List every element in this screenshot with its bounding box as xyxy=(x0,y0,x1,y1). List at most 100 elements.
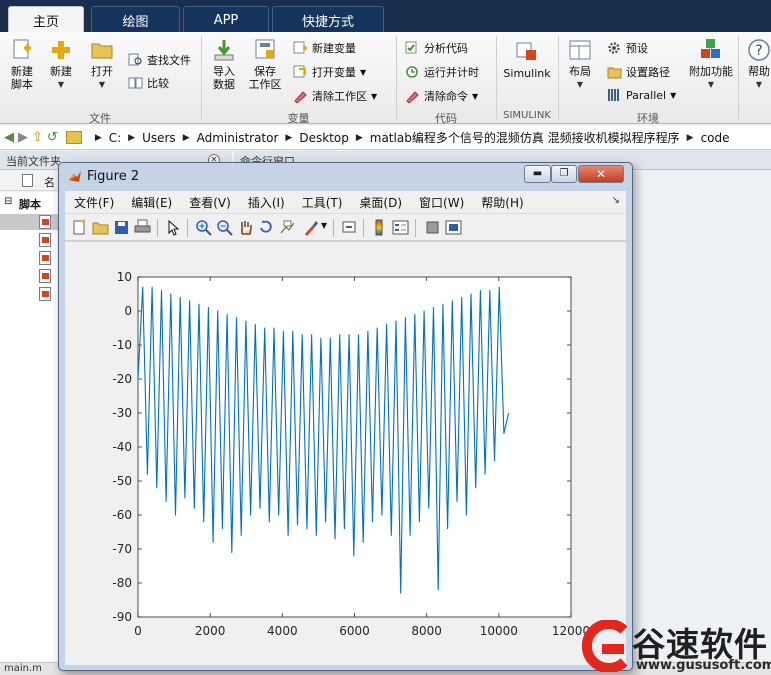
tab-apps-label: APP xyxy=(213,12,239,28)
chevron-down-icon: ▼ xyxy=(755,80,763,89)
code-group-label: 代码 xyxy=(435,112,457,125)
new-label: 新建 xyxy=(50,65,72,78)
menu-help[interactable]: 帮助(H) xyxy=(481,194,523,211)
colorbar-icon[interactable] xyxy=(371,219,388,236)
rotate-3d-icon[interactable] xyxy=(258,219,275,236)
import-data-button[interactable]: 导入 数据 xyxy=(208,38,240,91)
link-plot-icon[interactable] xyxy=(341,219,358,236)
compare-icon xyxy=(128,77,143,89)
open-button[interactable]: 打开 ▼ xyxy=(86,38,118,91)
find-files-label: 查找文件 xyxy=(147,54,191,67)
new-figure-icon[interactable] xyxy=(71,219,88,236)
menu-file[interactable]: 文件(F) xyxy=(74,194,114,211)
m-file-icon[interactable] xyxy=(39,287,51,301)
chevron-down-icon: ▼ xyxy=(57,80,65,89)
group-divider xyxy=(738,36,739,120)
hide-plot-tools-icon[interactable] xyxy=(424,219,441,236)
save-workspace-icon xyxy=(255,39,275,59)
breadcrumb-item[interactable]: code xyxy=(701,131,730,145)
run-and-time-icon xyxy=(406,66,418,78)
breadcrumb-item[interactable]: Desktop xyxy=(299,131,349,145)
analyze-code-button[interactable]: 分析代码 xyxy=(405,40,468,56)
save-icon[interactable] xyxy=(113,219,130,236)
menu-window[interactable]: 窗口(W) xyxy=(419,194,464,211)
m-file-icon[interactable] xyxy=(39,269,51,283)
brush-dropdown-icon[interactable]: ▼ xyxy=(321,221,327,230)
help-button[interactable]: ? 帮助 ▼ xyxy=(744,38,771,91)
figure-title: Figure 2 xyxy=(87,169,140,184)
script-folder-node[interactable]: 脚本 xyxy=(19,196,41,212)
clear-workspace-button[interactable]: 清除工作区 ▼ xyxy=(293,88,377,104)
breadcrumb-item[interactable]: Administrator xyxy=(197,131,279,145)
open-file-icon[interactable] xyxy=(92,219,109,236)
chevron-down-icon: ▼ xyxy=(576,80,584,89)
figure-titlebar[interactable]: Figure 2 ▬ ❐ ✕ xyxy=(59,163,632,189)
save-workspace-button[interactable]: 保存 工作区 xyxy=(246,38,284,91)
m-file-icon[interactable] xyxy=(39,233,51,247)
menu-insert[interactable]: 插入(I) xyxy=(248,194,285,211)
breadcrumb-item[interactable]: C: xyxy=(109,131,121,145)
clear-workspace-icon xyxy=(294,91,307,103)
zoom-in-icon[interactable] xyxy=(195,219,212,236)
set-path-label: 设置路径 xyxy=(626,66,670,79)
restore-button[interactable]: ❐ xyxy=(551,165,577,183)
simulink-button[interactable]: Simulink xyxy=(502,40,552,80)
tab-home[interactable]: 主页 xyxy=(8,6,84,34)
parallel-button[interactable]: Parallel ▼ xyxy=(607,88,676,102)
addons-label: 附加功能 xyxy=(689,65,733,78)
find-files-button[interactable]: 查找文件 xyxy=(128,52,191,68)
tab-apps[interactable]: APP xyxy=(183,6,269,33)
zoom-out-icon[interactable] xyxy=(216,219,233,236)
tab-shortcuts[interactable]: 快捷方式 xyxy=(272,6,384,33)
back-arrow-icon[interactable]: ◀ xyxy=(4,130,14,145)
clear-commands-button[interactable]: 清除命令 ▼ xyxy=(405,88,478,104)
chevron-down-icon: ▼ xyxy=(371,91,378,101)
run-and-time-button[interactable]: 运行并计时 xyxy=(405,64,479,80)
print-icon[interactable] xyxy=(134,219,151,236)
show-plot-tools-icon[interactable] xyxy=(445,219,462,236)
pan-hand-icon[interactable] xyxy=(237,219,254,236)
up-folder-icon[interactable]: ⇧ xyxy=(32,130,43,145)
x-tick-label: 10000 xyxy=(480,624,518,638)
menu-edit[interactable]: 编辑(E) xyxy=(131,194,172,211)
close-button[interactable]: ✕ xyxy=(578,165,624,183)
y-tick-label: -80 xyxy=(112,576,132,590)
menu-tools[interactable]: 工具(T) xyxy=(302,194,343,211)
x-tick-label: 0 xyxy=(134,624,142,638)
line-chart[interactable]: 0 2000 4000 6000 8000 10000 12000100-10-20-30-… xyxy=(65,242,626,665)
set-path-button[interactable]: 设置路径 xyxy=(607,64,670,80)
browse-folder-icon[interactable]: ↺ xyxy=(47,130,58,145)
open-variable-button[interactable]: 打开变量 ▼ xyxy=(293,64,366,80)
m-file-icon[interactable] xyxy=(39,215,51,229)
legend-icon[interactable] xyxy=(392,219,409,236)
data-cursor-icon[interactable] xyxy=(279,219,296,236)
breadcrumb-item[interactable]: Users xyxy=(142,131,176,145)
brush-icon[interactable] xyxy=(302,219,319,236)
chevron-down-icon: ▼ xyxy=(360,67,367,77)
new-script-button[interactable]: 新建 脚本 xyxy=(6,38,38,91)
new-variable-button[interactable]: 新建变量 xyxy=(293,40,356,56)
m-file-icon[interactable] xyxy=(39,251,51,265)
menu-view[interactable]: 查看(V) xyxy=(189,194,231,211)
collapse-node-icon[interactable]: ⊟ xyxy=(4,196,12,207)
name-column-header[interactable]: 名 xyxy=(44,174,55,190)
layout-button[interactable]: 布局 ▼ xyxy=(565,38,595,91)
environment-group-label: 环境 xyxy=(637,112,659,125)
forward-arrow-icon[interactable]: ▶ xyxy=(18,130,28,145)
plot-area[interactable]: 0 2000 4000 6000 8000 10000 12000 10 0 -10 -20 -30-… xyxy=(65,242,626,665)
y-tick-label: -90 xyxy=(112,610,132,624)
breadcrumb-item[interactable]: matlab编程多个信号的混频仿真 混频接收机模拟程序程序 xyxy=(370,129,680,146)
menu-desktop[interactable]: 桌面(D) xyxy=(359,194,402,211)
figure-window[interactable]: Figure 2 ▬ ❐ ✕ 文件(F) 编辑(E) 查看(V) 插入(I) 工… xyxy=(58,162,633,671)
pointer-icon[interactable] xyxy=(165,219,182,236)
new-button[interactable]: 新建 ▼ xyxy=(45,38,77,91)
preferences-button[interactable]: 预设 xyxy=(607,40,648,56)
open-folder-icon xyxy=(91,43,113,59)
set-path-folder-icon xyxy=(607,67,622,79)
open-label: 打开 xyxy=(91,65,113,78)
dock-arrow-icon[interactable]: ↘ xyxy=(612,195,620,206)
minimize-button[interactable]: ▬ xyxy=(524,165,551,183)
compare-button[interactable]: 比较 xyxy=(128,75,169,91)
tab-plots[interactable]: 绘图 xyxy=(91,6,180,33)
addons-button[interactable]: 附加功能 ▼ xyxy=(688,38,734,91)
